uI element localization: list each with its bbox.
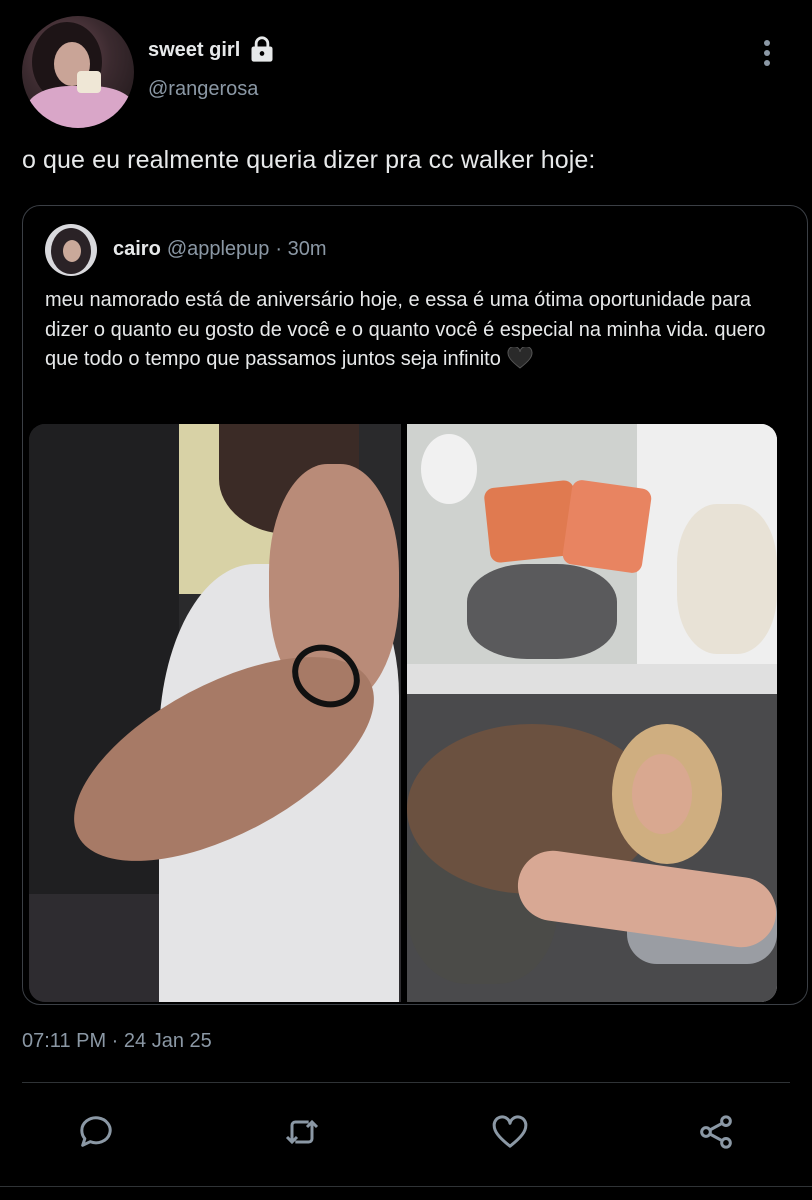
share-icon: [700, 1115, 732, 1149]
tweet-timestamp[interactable]: 07:11 PM · 24 Jan 25: [22, 1030, 212, 1053]
retweet-button[interactable]: [280, 1110, 324, 1154]
reply-icon: [80, 1116, 112, 1147]
quoted-tweet-card[interactable]: cairo @applepup · 30m meu namorado está …: [22, 205, 808, 1005]
media-photo-1[interactable]: [29, 424, 401, 1002]
like-icon: [492, 1115, 528, 1148]
author-handle[interactable]: @rangerosa: [148, 78, 258, 101]
quoted-text: meu namorado está de aniversário hoje, e…: [45, 289, 766, 370]
author-display-name[interactable]: sweet girl: [148, 39, 240, 62]
media-photo-2[interactable]: [407, 424, 777, 1002]
quoted-text-block: meu namorado está de aniversário hoje, e…: [45, 286, 785, 375]
quoted-author-avatar[interactable]: [45, 224, 97, 276]
divider: [22, 1082, 790, 1083]
reply-button[interactable]: [74, 1110, 118, 1154]
retweet-icon: [285, 1119, 319, 1145]
quoted-media-grid: [29, 424, 777, 1002]
quoted-display-name[interactable]: cairo: [113, 238, 161, 261]
share-button[interactable]: [694, 1110, 738, 1154]
quoted-header: cairo @applepup · 30m: [113, 238, 327, 261]
tweet-text: o que eu realmente queria dizer pra cc w…: [22, 146, 596, 174]
quoted-time: · 30m: [275, 238, 327, 260]
bottom-divider: [0, 1186, 812, 1187]
author-name-row[interactable]: sweet girl: [148, 36, 276, 64]
action-bar: [0, 1110, 812, 1160]
author-avatar[interactable]: [22, 16, 134, 128]
tweet-detail-screen: sweet girl @rangerosa o que eu realmente…: [0, 0, 812, 1200]
lock-icon: [251, 36, 273, 62]
quoted-handle[interactable]: @applepup: [167, 238, 270, 261]
more-options-icon[interactable]: [756, 38, 778, 68]
like-button[interactable]: [488, 1110, 532, 1154]
black-heart-icon: [507, 347, 533, 369]
